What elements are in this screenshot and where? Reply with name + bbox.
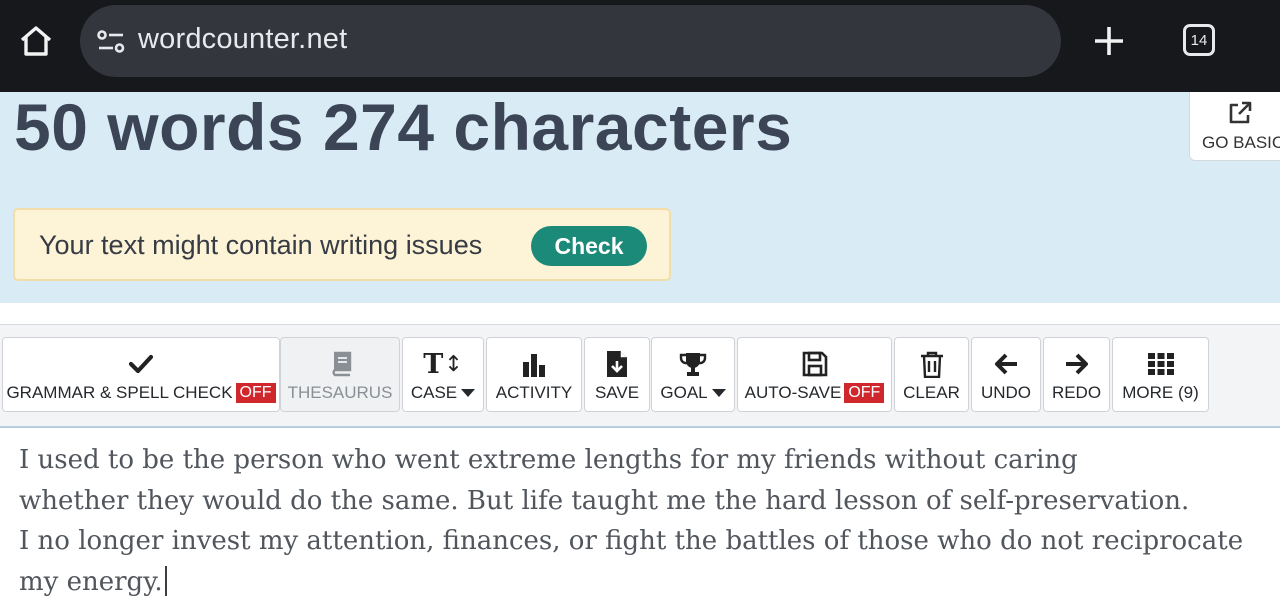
word-count-header: 50 words 274 characters GO BASIC Your te… [0, 90, 1280, 303]
save-label: SAVE [594, 383, 640, 402]
caret-down-icon [461, 389, 476, 397]
auto-save-label: AUTO-SAVE [744, 383, 842, 402]
floppy-disk-icon [801, 350, 829, 378]
activity-button[interactable]: ACTIVITY [486, 337, 582, 412]
plus-icon [1095, 27, 1123, 55]
tab-count: 14 [1190, 31, 1208, 49]
trophy-icon [679, 350, 707, 378]
goal-button[interactable]: GOAL [651, 337, 735, 412]
editor-line: I no longer invest my attention, finance… [19, 526, 1244, 556]
editor-line: whether they would do the same. But life… [19, 485, 1190, 516]
redo-button[interactable]: REDO [1043, 337, 1110, 412]
home-icon [20, 26, 52, 56]
checkmark-icon [127, 350, 155, 378]
thesaurus-button[interactable]: THESAURUS [280, 337, 400, 412]
home-button[interactable] [14, 18, 58, 64]
trash-icon [918, 350, 946, 378]
text-case-icon: T ↕ [423, 348, 463, 380]
new-tab-button[interactable] [1088, 20, 1130, 62]
case-button[interactable]: T ↕ CASE [402, 337, 484, 412]
editor-toolbar: GRAMMAR & SPELL CHECK OFF THESAURUS T ↕ C… [0, 324, 1280, 428]
writing-issues-banner: Your text might contain writing issues C… [13, 208, 671, 281]
go-basic-button[interactable]: GO BASIC [1189, 92, 1280, 161]
activity-label: ACTIVITY [495, 383, 573, 402]
address-bar[interactable]: wordcounter.net [80, 5, 1061, 77]
undo-label: UNDO [980, 383, 1032, 402]
go-basic-label: GO BASIC [1202, 133, 1280, 152]
grammar-status-badge: OFF [235, 383, 276, 403]
redo-label: REDO [1051, 383, 1102, 402]
text-editor[interactable]: I used to be the person who went extreme… [0, 428, 1280, 603]
auto-save-status-badge: OFF [844, 383, 885, 403]
arrow-left-icon [992, 350, 1020, 378]
auto-save-button[interactable]: AUTO-SAVE OFF [737, 337, 892, 412]
external-link-icon [1229, 101, 1252, 124]
caret-down-icon [711, 389, 726, 397]
spacer [0, 303, 1280, 324]
grid-icon [1147, 350, 1175, 378]
save-button[interactable]: SAVE [584, 337, 650, 412]
editor-line: I used to be the person who went extreme… [19, 445, 1078, 475]
site-settings-icon[interactable] [96, 29, 126, 55]
editor-line: my energy. [19, 566, 163, 597]
text-cursor [164, 565, 167, 596]
case-label: CASE [410, 383, 458, 402]
more-label: MORE (9) [1122, 383, 1199, 402]
clear-label: CLEAR [903, 383, 960, 402]
page-title: 50 words 274 characters [14, 90, 793, 164]
grammar-spell-check-button[interactable]: GRAMMAR & SPELL CHECK OFF [2, 337, 280, 412]
writing-issues-text: Your text might contain writing issues [39, 230, 483, 260]
editor-content[interactable]: I used to be the person who went extreme… [19, 440, 1269, 602]
tab-switcher-icon[interactable]: 14 [1183, 24, 1215, 56]
thesaurus-label: THESAURUS [287, 383, 393, 402]
book-icon [326, 350, 354, 378]
browser-toolbar: wordcounter.net 14 [0, 0, 1280, 92]
more-button[interactable]: MORE (9) [1112, 337, 1209, 412]
undo-button[interactable]: UNDO [971, 337, 1041, 412]
arrow-right-icon [1063, 350, 1091, 378]
bar-chart-icon [520, 350, 548, 378]
grammar-label: GRAMMAR & SPELL CHECK [6, 383, 233, 402]
save-file-icon [603, 350, 631, 378]
goal-label: GOAL [660, 383, 708, 402]
url-text[interactable]: wordcounter.net [138, 23, 347, 56]
check-button[interactable]: Check [531, 226, 647, 266]
clear-button[interactable]: CLEAR [894, 337, 969, 412]
editor-line-last: my energy. [19, 562, 1269, 603]
